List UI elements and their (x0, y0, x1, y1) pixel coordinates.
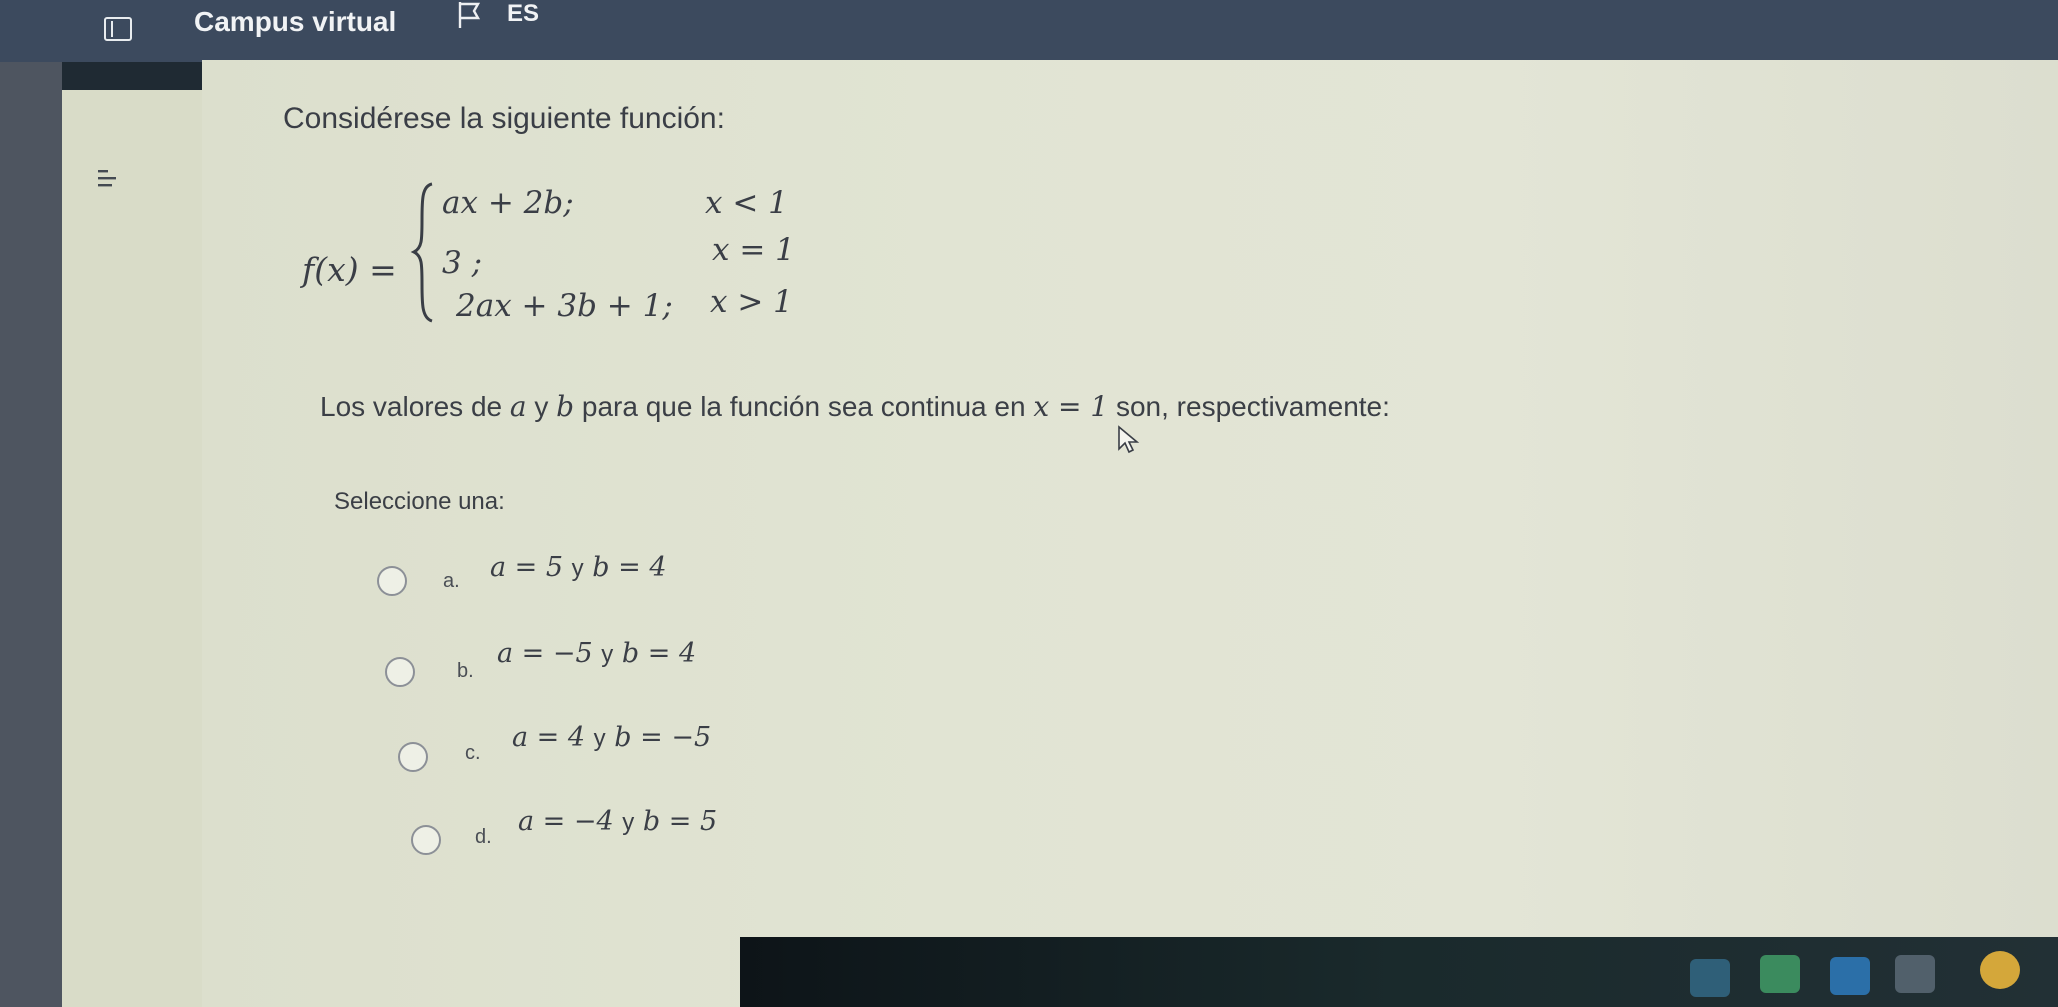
browser-icon[interactable] (1980, 951, 2020, 989)
option-d-text[interactable]: a = −4 y b = 5 (518, 806, 717, 837)
option-c-text[interactable]: a = 4 y b = −5 (512, 722, 711, 753)
app-title[interactable]: Campus virtual (194, 6, 396, 38)
option-c-radio[interactable] (398, 742, 428, 772)
taskbar-app-icon[interactable] (1760, 955, 1800, 993)
function-lhs: f(x) = (302, 250, 397, 289)
option-b-radio[interactable] (385, 657, 415, 687)
option-b-text[interactable]: a = −5 y b = 4 (497, 638, 696, 669)
option-letter: c. (465, 742, 481, 764)
taskbar (740, 937, 2058, 1007)
option-letter: b. (457, 660, 474, 682)
case-expression: ax + 2b; (442, 185, 574, 221)
taskbar-app-icon[interactable] (1690, 959, 1730, 997)
case-condition: x = 1 (712, 232, 795, 268)
top-navbar: Campus virtual ES (0, 0, 2058, 62)
option-letter: a. (443, 570, 460, 592)
case-expression: 3 ; (442, 245, 483, 281)
option-d-radio[interactable] (411, 825, 441, 855)
left-strip (0, 62, 62, 1007)
menu-icon[interactable] (96, 168, 122, 190)
option-a-radio[interactable] (377, 566, 407, 596)
select-label: Seleccione una: (334, 488, 505, 515)
mouse-cursor-icon (1118, 425, 1140, 454)
question-intro: Considérese la siguiente función: (283, 102, 725, 135)
taskbar-app-icon[interactable] (1895, 955, 1935, 993)
side-drawer (62, 90, 202, 1007)
option-letter: d. (475, 826, 492, 848)
taskbar-app-icon[interactable] (1830, 957, 1870, 995)
question-prompt: Los valores de a y b para que la función… (320, 390, 1390, 423)
flag-icon[interactable] (456, 0, 482, 30)
language-selector[interactable]: ES (507, 0, 539, 28)
case-condition: x < 1 (705, 185, 788, 221)
case-condition: x > 1 (710, 284, 793, 320)
option-a-text[interactable]: a = 5 y b = 4 (490, 552, 667, 583)
case-expression: 2ax + 3b + 1; (456, 288, 673, 324)
sidebar-toggle-icon[interactable] (104, 17, 132, 41)
piecewise-brace (410, 182, 433, 323)
